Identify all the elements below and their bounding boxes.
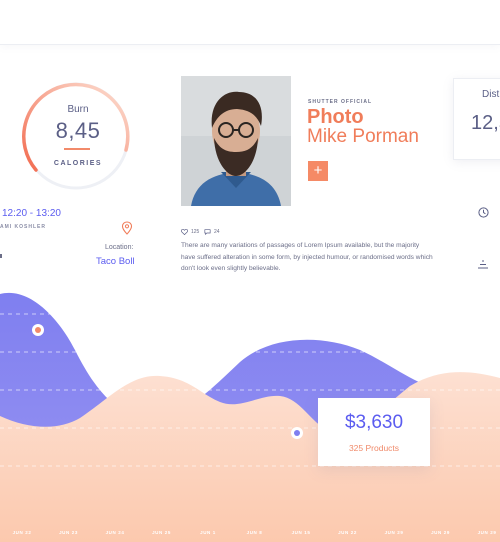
x-tick-label: JUN 1 — [200, 530, 216, 535]
edge-marker — [0, 254, 2, 258]
data-point-right — [294, 430, 300, 436]
post-author-name: Mike Porman — [307, 126, 419, 147]
location-label: Location: — [105, 244, 134, 251]
top-bar — [0, 0, 500, 45]
likes-count[interactable]: 125 — [181, 229, 199, 235]
burn-divider — [64, 148, 90, 150]
x-tick-label: JUN 29 — [478, 530, 497, 535]
post-description: There are many variations of passages of… — [181, 242, 433, 272]
heart-icon — [181, 229, 188, 235]
x-tick-label: JUN 22 — [13, 530, 32, 535]
x-tick-label: JUN 29 — [385, 530, 404, 535]
location-value: Taco Boll — [96, 256, 135, 267]
tooltip-value: $3,630 — [344, 412, 404, 433]
x-tick-label: JUN 25 — [152, 530, 171, 535]
likes-value: 125 — [191, 229, 200, 235]
x-tick-label: JUN 22 — [338, 530, 357, 535]
comments-count[interactable]: 24 — [204, 229, 220, 235]
add-button[interactable]: + — [308, 161, 328, 181]
data-point-left — [35, 327, 41, 333]
distance-value: 12,5 — [471, 112, 500, 134]
burn-unit: CALORIES — [53, 160, 103, 167]
location-pin-icon — [121, 221, 133, 235]
x-tick-label: JUN 24 — [106, 530, 125, 535]
comment-icon — [204, 229, 211, 235]
x-tick-label: JUN 29 — [431, 530, 450, 535]
comments-value: 24 — [214, 229, 220, 235]
schedule-person: AMI KOSHLER — [0, 224, 46, 230]
schedule-time: 12:20 - 13:20 — [2, 208, 61, 219]
filter-icon — [478, 260, 488, 269]
x-tick-label: JUN 23 — [59, 530, 78, 535]
profile-photo — [181, 76, 291, 206]
burn-label: Burn — [67, 104, 89, 115]
tooltip-label: 325 Products — [348, 443, 400, 453]
distance-label: Dist — [482, 89, 500, 100]
clock-icon — [478, 207, 489, 218]
x-tick-label: JUN 8 — [247, 530, 263, 535]
burn-value: 8,45 — [55, 118, 101, 143]
x-tick-label: JUN 15 — [292, 530, 311, 535]
post-eyebrow: SHUTTER OFFICIAL — [308, 99, 373, 105]
